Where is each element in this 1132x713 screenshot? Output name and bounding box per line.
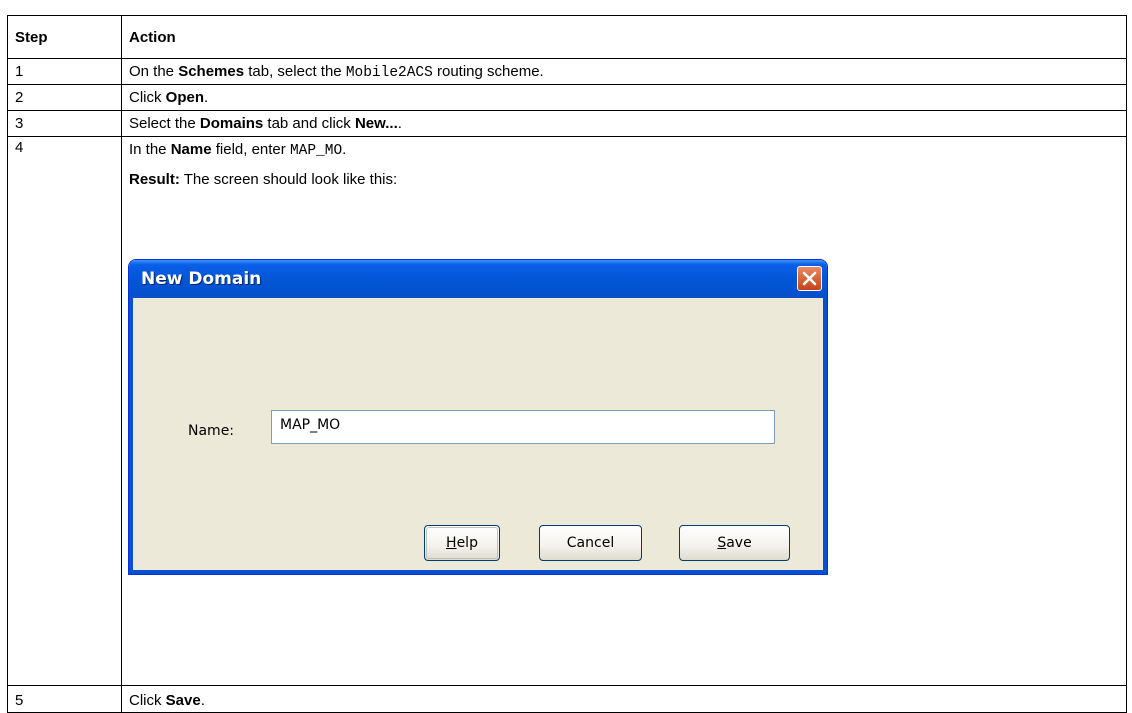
step-number: 4 bbox=[7, 136, 122, 686]
save-button[interactable]: Save bbox=[679, 525, 790, 561]
step-number: 3 bbox=[7, 110, 122, 137]
step-action: On the Schemes tab, select the Mobile2AC… bbox=[121, 58, 1127, 85]
save-label: Save bbox=[717, 535, 752, 551]
close-button[interactable] bbox=[797, 266, 822, 291]
close-icon bbox=[802, 271, 817, 286]
table-row: 3 Select the Domains tab and click New..… bbox=[7, 110, 1127, 137]
cancel-label: Cancel bbox=[566, 535, 615, 551]
name-input[interactable]: MAP_MO bbox=[271, 410, 775, 444]
help-label: Help bbox=[446, 535, 478, 551]
step-number: 5 bbox=[7, 685, 122, 713]
help-button[interactable]: Help bbox=[424, 525, 500, 561]
step-header: Step bbox=[7, 15, 122, 59]
step-action: Select the Domains tab and click New.... bbox=[121, 110, 1127, 137]
result-note: Result: The screen should look like this… bbox=[129, 171, 398, 188]
table-row: 5 Click Save. bbox=[7, 685, 1127, 713]
dialog-frame-bottom bbox=[129, 570, 827, 574]
action-header: Action bbox=[121, 15, 1127, 59]
table-row: 2 Click Open. bbox=[7, 84, 1127, 111]
step-action: Click Open. bbox=[121, 84, 1127, 111]
dialog-frame-right bbox=[823, 298, 827, 574]
step-number: 2 bbox=[7, 84, 122, 111]
name-label: Name: bbox=[188, 423, 235, 439]
step-number: 1 bbox=[7, 58, 122, 85]
dialog-body: Name: MAP_MO Help Cancel Save bbox=[133, 298, 823, 570]
dialog-title: New Domain bbox=[141, 269, 262, 289]
cancel-button[interactable]: Cancel bbox=[539, 525, 642, 561]
table-row: 1 On the Schemes tab, select the Mobile2… bbox=[7, 58, 1127, 85]
new-domain-dialog: New Domain Name: MAP_MO Help Cancel Save bbox=[128, 259, 828, 575]
header-row: Step Action bbox=[7, 15, 1127, 59]
dialog-titlebar[interactable]: New Domain bbox=[129, 260, 827, 298]
step-action: Click Save. bbox=[121, 685, 1127, 713]
